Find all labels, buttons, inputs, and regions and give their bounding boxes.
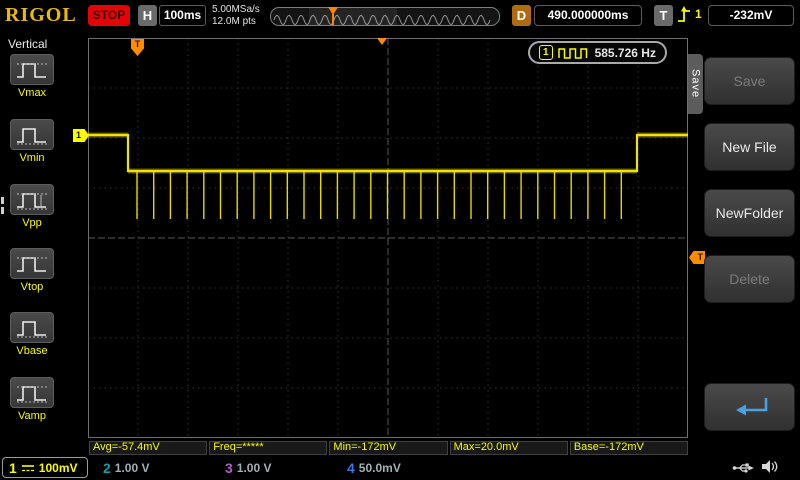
- trigger-position-strip-stem: [332, 14, 334, 25]
- menu-button-new-file[interactable]: New File: [704, 123, 795, 171]
- horizontal-label: H: [138, 5, 157, 26]
- menu-scroll-indicator: [1, 197, 4, 217]
- meas-vbase-button[interactable]: Vbase: [6, 312, 58, 357]
- measurement-freq: Freq=*****: [209, 441, 328, 455]
- memory-depth-value: 12.0M pts: [212, 16, 256, 27]
- graticule: [88, 38, 688, 438]
- vmin-icon: [10, 119, 54, 150]
- channel-1-scale: 100mV: [38, 460, 78, 475]
- return-arrow-icon: [735, 398, 767, 416]
- trigger-label: T: [654, 5, 673, 26]
- waveform-spikes: [136, 171, 622, 219]
- oscilloscope-screen: RIGOL STOP H 100ms 5.00MSa/s 12.0M pts D…: [0, 0, 800, 480]
- channel-1-level-marker[interactable]: 1: [73, 129, 89, 142]
- frequency-counter: 1 585.726 Hz: [528, 41, 667, 64]
- menu-button-back[interactable]: [704, 383, 795, 431]
- meas-vbase-label: Vbase: [16, 345, 48, 357]
- measurement-base: Base=-172mV: [569, 441, 689, 455]
- sample-rate-value: 5.00MSa/s: [212, 4, 260, 15]
- left-menu-title: Vertical: [8, 37, 48, 51]
- usb-icon: [732, 463, 754, 473]
- speaker-icon[interactable]: [761, 459, 778, 474]
- delay-label: D: [512, 5, 531, 26]
- waveform-display: 1 585.726 Hz: [88, 38, 688, 438]
- strip-window: [309, 8, 397, 25]
- freq-counter-value: 585.726 Hz: [594, 45, 656, 60]
- menu-button-new-folder[interactable]: NewFolder: [704, 189, 795, 237]
- meas-vtop-button[interactable]: Vtop: [6, 248, 58, 293]
- vpp-icon: [10, 184, 54, 215]
- meas-vpp-label: Vpp: [22, 217, 42, 229]
- measurement-results-bar: Avg=-57.4mV Freq=***** Min=-172mV Max=20…: [89, 441, 689, 455]
- dc-coupling-icon: [21, 464, 34, 471]
- meas-vamp-label: Vamp: [18, 410, 46, 422]
- grid-center-lines: [88, 38, 688, 438]
- timebase-value: 100ms: [159, 5, 206, 26]
- horizontal-position-strip[interactable]: [270, 7, 500, 26]
- run-state-badge: STOP: [88, 5, 130, 26]
- meas-vtop-label: Vtop: [20, 281, 44, 293]
- measurement-max: Max=20.0mV: [449, 441, 568, 455]
- pulse-wave-icon: [557, 47, 587, 59]
- center-trigger-indicator-icon: [377, 38, 387, 45]
- trigger-source: 1: [695, 7, 702, 21]
- meas-vmin-button[interactable]: Vmin: [6, 119, 58, 164]
- menu-button-delete[interactable]: Delete: [704, 255, 795, 303]
- menu-button-save[interactable]: Save: [704, 57, 795, 105]
- trigger-level-marker[interactable]: T: [689, 251, 705, 264]
- channel-3-status[interactable]: 3 1.00 V: [218, 457, 328, 478]
- measurement-min: Min=-172mV: [329, 441, 448, 455]
- vbase-icon: [10, 312, 54, 343]
- meas-vamp-button[interactable]: Vamp: [6, 377, 58, 422]
- channel-4-status[interactable]: 4 50.0mV: [340, 457, 450, 478]
- channel-1-number: 1: [9, 459, 17, 476]
- trigger-edge-icon: [678, 6, 690, 22]
- menu-title-tab: Save: [688, 54, 703, 114]
- meas-vmin-label: Vmin: [19, 152, 45, 164]
- channel-3-scale: 1.00 V: [236, 460, 272, 475]
- rigol-logo: RIGOL: [5, 4, 77, 26]
- vtop-icon: [10, 248, 54, 279]
- delay-value: 490.000000ms: [534, 5, 642, 26]
- meas-vmax-button[interactable]: Vmax: [6, 54, 58, 99]
- vamp-icon: [10, 377, 54, 408]
- meas-vpp-button[interactable]: Vpp: [6, 184, 58, 229]
- acquisition-info: 5.00MSa/s 12.0M pts: [212, 4, 260, 28]
- channel-1-status[interactable]: 1 100mV: [2, 457, 88, 478]
- channel-2-scale: 1.00 V: [114, 460, 150, 475]
- channel-2-number: 2: [103, 459, 111, 476]
- channel-2-status[interactable]: 2 1.00 V: [96, 457, 206, 478]
- freq-counter-channel: 1: [539, 45, 553, 60]
- vmax-icon: [10, 54, 54, 85]
- measurement-avg: Avg=-57.4mV: [89, 441, 208, 455]
- channel-4-number: 4: [347, 459, 355, 476]
- trigger-level-value: -232mV: [708, 5, 794, 26]
- meas-vmax-label: Vmax: [17, 87, 47, 99]
- channel-4-scale: 50.0mV: [358, 460, 401, 475]
- channel-3-number: 3: [225, 459, 233, 476]
